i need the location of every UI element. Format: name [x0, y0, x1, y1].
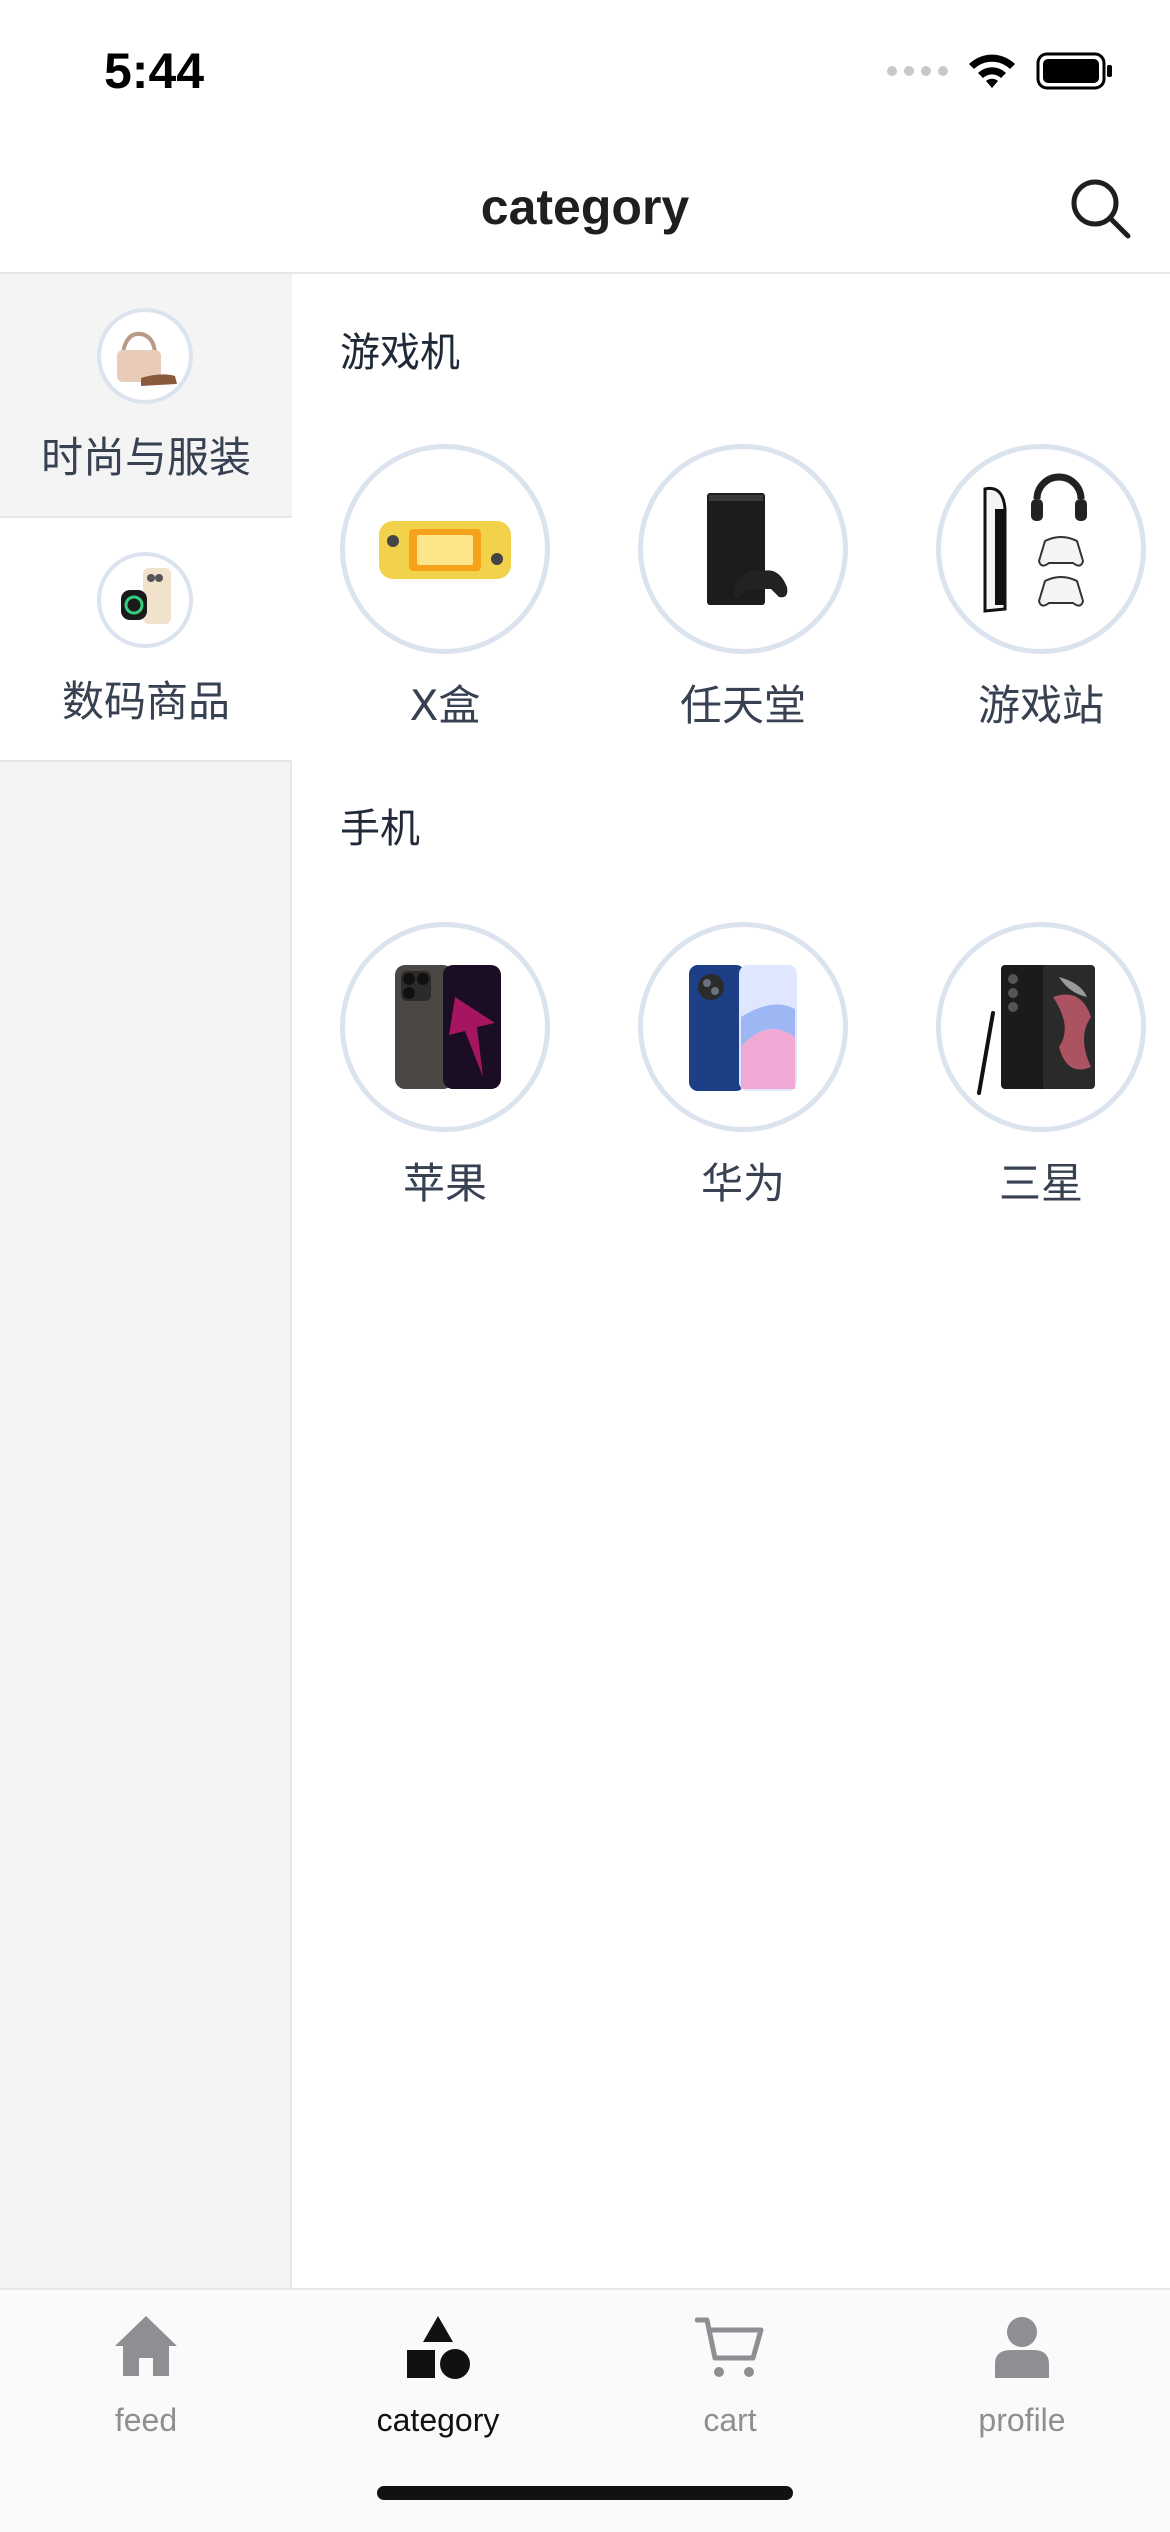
status-bar: 5:44	[0, 0, 1170, 140]
battery-icon	[1036, 52, 1112, 90]
brand-nintendo[interactable]: 任天堂	[638, 444, 848, 734]
brand-label: 游戏站	[977, 681, 1104, 730]
status-time: 5:44	[104, 43, 205, 99]
phone-watch-thumb	[97, 552, 193, 648]
samsung-phone-image	[936, 922, 1146, 1132]
iphone-image	[340, 922, 550, 1132]
nav-bar: category	[0, 140, 1170, 274]
brand-label: 华为	[700, 1159, 785, 1208]
search-icon[interactable]	[1068, 176, 1132, 240]
section-title-consoles: 游戏机	[340, 330, 460, 376]
person-icon	[995, 2317, 1049, 2378]
tab-label: cart	[703, 2402, 757, 2438]
xbox-console-image	[638, 444, 848, 654]
cellular-signal-icon	[887, 66, 948, 76]
sidebar-item-digital[interactable]: 数码商品	[0, 518, 292, 762]
brand-xbox[interactable]: X盒	[340, 444, 550, 734]
tab-category[interactable]: category	[292, 2312, 584, 2452]
home-icon	[115, 2316, 177, 2376]
tab-cart[interactable]: cart	[584, 2312, 876, 2452]
home-indicator	[377, 2486, 793, 2500]
brand-label: 苹果	[402, 1159, 487, 1208]
tab-label: profile	[978, 2402, 1066, 2438]
brand-playstation[interactable]: 游戏站	[936, 444, 1146, 734]
brand-label: 三星	[998, 1159, 1083, 1208]
handheld-console-image	[340, 444, 550, 654]
status-icons	[887, 52, 1114, 90]
tab-label: category	[376, 2402, 500, 2438]
sidebar-item-fashion[interactable]: 时尚与服装	[0, 274, 292, 518]
playstation-console-image	[936, 444, 1146, 654]
page-title: category	[480, 179, 690, 235]
wifi-icon	[969, 54, 1015, 88]
brand-huawei[interactable]: 华为	[638, 922, 848, 1212]
tab-profile[interactable]: profile	[876, 2312, 1168, 2452]
sidebar-item-label: 时尚与服装	[40, 433, 251, 482]
category-sidebar: 时尚与服装 数码商品	[0, 274, 292, 2288]
category-content: 游戏机 X盒 任天堂 游戏站 手机 苹果 华为 三星	[292, 274, 1170, 2288]
brand-label: X盒	[409, 681, 481, 730]
screen: 5:44 category 时尚与服装 数码商品 游戏机 X盒 任天堂 游戏站 …	[0, 0, 1170, 2532]
brand-label: 任天堂	[679, 681, 806, 730]
tab-label: feed	[114, 2402, 178, 2438]
handbag-shoe-thumb	[97, 308, 193, 404]
sidebar-item-label: 数码商品	[61, 677, 230, 726]
brand-apple[interactable]: 苹果	[340, 922, 550, 1212]
huawei-phone-image	[638, 922, 848, 1132]
tab-feed[interactable]: feed	[0, 2312, 292, 2452]
shapes-icon	[407, 2316, 470, 2379]
cart-icon	[695, 2317, 764, 2377]
section-title-phones: 手机	[340, 806, 420, 852]
brand-samsung[interactable]: 三星	[936, 922, 1146, 1212]
